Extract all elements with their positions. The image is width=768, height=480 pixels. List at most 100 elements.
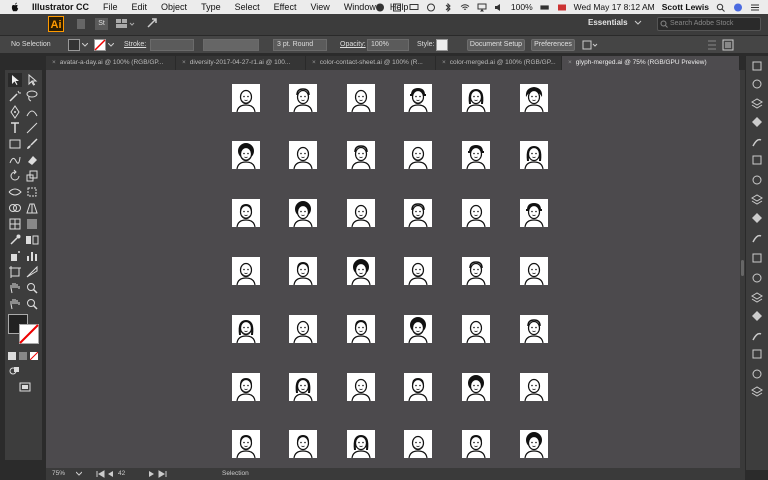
line-segment-tool[interactable]: [25, 121, 39, 135]
person-glyph-icon[interactable]: [520, 257, 548, 285]
chevron-down-icon[interactable]: [108, 43, 114, 47]
siri-icon[interactable]: [733, 3, 743, 12]
flag-icon[interactable]: [557, 3, 567, 12]
person-glyph-icon[interactable]: [289, 84, 317, 112]
brush-definition[interactable]: 3 pt. Round: [273, 39, 327, 51]
person-glyph-icon[interactable]: [232, 257, 260, 285]
hand-tool[interactable]: [8, 281, 22, 295]
chevron-down-icon[interactable]: [634, 20, 642, 26]
paintbrush-tool[interactable]: [25, 137, 39, 151]
bluetooth-icon[interactable]: [443, 2, 453, 12]
artboard-canvas[interactable]: [46, 70, 740, 468]
align-icon[interactable]: [751, 212, 763, 224]
gradient-tool[interactable]: [25, 217, 39, 231]
person-glyph-icon[interactable]: [347, 430, 375, 458]
symbol-sprayer-tool[interactable]: [8, 249, 22, 263]
scrollbar-thumb[interactable]: [741, 260, 744, 276]
links-icon[interactable]: [751, 368, 763, 380]
person-glyph-icon[interactable]: [462, 141, 490, 169]
last-artboard-icon[interactable]: [158, 470, 167, 478]
previous-artboard-icon[interactable]: [107, 470, 114, 478]
menu-edit[interactable]: Edit: [132, 2, 148, 12]
menu-effect[interactable]: Effect: [274, 2, 297, 12]
gradient-mode-button[interactable]: [19, 352, 27, 360]
tab-diversity[interactable]: × diversity-2017-04-27-r1.ai @ 100...: [176, 56, 306, 70]
arrange-icon[interactable]: [582, 40, 598, 50]
time-machine-icon[interactable]: [426, 3, 436, 12]
selection-tool[interactable]: [8, 73, 22, 87]
image-trace-icon[interactable]: [751, 386, 763, 398]
graphic-style-swatch[interactable]: [436, 39, 448, 51]
person-glyph-icon[interactable]: [289, 373, 317, 401]
magic-wand-tool[interactable]: [8, 89, 22, 103]
person-glyph-icon[interactable]: [289, 199, 317, 227]
mesh-tool[interactable]: [8, 217, 22, 231]
pen-tool[interactable]: [8, 105, 22, 119]
type-tool[interactable]: [8, 121, 22, 135]
next-artboard-icon[interactable]: [148, 470, 155, 478]
person-glyph-icon[interactable]: [404, 199, 432, 227]
battery-percent[interactable]: 100%: [511, 2, 533, 12]
volume-icon[interactable]: [494, 3, 504, 12]
gpu-performance-icon[interactable]: [146, 17, 158, 29]
clock[interactable]: Wed May 17 8:12 AM: [574, 2, 655, 12]
menu-window[interactable]: Window: [344, 2, 376, 12]
app-menu[interactable]: Illustrator CC: [32, 2, 89, 12]
graphic-styles-icon[interactable]: [751, 174, 763, 186]
person-glyph-icon[interactable]: [347, 84, 375, 112]
scale-tool[interactable]: [25, 169, 39, 183]
person-glyph-icon[interactable]: [520, 141, 548, 169]
properties-icon[interactable]: [751, 78, 763, 90]
person-glyph-icon[interactable]: [232, 430, 260, 458]
artboard-tool[interactable]: [8, 265, 22, 279]
hand-tool-secondary[interactable]: [8, 297, 22, 311]
panel-menu-icon[interactable]: [722, 39, 738, 51]
artboard-number[interactable]: 42: [118, 470, 125, 477]
document-setup-button[interactable]: Document Setup: [467, 39, 525, 51]
user-name[interactable]: Scott Lewis: [662, 2, 709, 12]
close-icon[interactable]: ×: [182, 59, 186, 66]
transparency-icon[interactable]: [751, 330, 763, 342]
screen-icon[interactable]: [409, 3, 419, 12]
person-glyph-icon[interactable]: [462, 199, 490, 227]
menu-type[interactable]: Type: [201, 2, 221, 12]
person-glyph-icon[interactable]: [404, 430, 432, 458]
close-icon[interactable]: ×: [312, 59, 316, 66]
workspace-switcher[interactable]: Essentials: [588, 18, 628, 27]
tab-color-merged[interactable]: × color-merged.ai @ 100% (RGB/GP...: [436, 56, 562, 70]
zoom-tool-secondary[interactable]: [25, 297, 39, 311]
person-glyph-icon[interactable]: [520, 199, 548, 227]
person-glyph-icon[interactable]: [232, 141, 260, 169]
eyedropper-tool[interactable]: [8, 233, 22, 247]
menu-select[interactable]: Select: [235, 2, 260, 12]
person-glyph-icon[interactable]: [347, 141, 375, 169]
perspective-grid-tool[interactable]: [25, 201, 39, 215]
person-glyph-icon[interactable]: [289, 257, 317, 285]
rotate-tool[interactable]: [8, 169, 22, 183]
stroke-label[interactable]: Stroke:: [124, 41, 146, 48]
align-icon[interactable]: [707, 39, 717, 51]
width-tool[interactable]: [8, 185, 22, 199]
adobe-stock-search-input[interactable]: Search Adobe Stock: [657, 17, 761, 31]
person-glyph-icon[interactable]: [404, 315, 432, 343]
person-glyph-icon[interactable]: [289, 141, 317, 169]
document-icon[interactable]: [76, 18, 86, 30]
none-mode-button[interactable]: [30, 352, 38, 360]
person-glyph-icon[interactable]: [404, 141, 432, 169]
swatches-icon[interactable]: [751, 154, 763, 166]
transform-icon[interactable]: [751, 194, 763, 206]
person-glyph-icon[interactable]: [289, 315, 317, 343]
person-glyph-icon[interactable]: [232, 199, 260, 227]
creative-cloud-icon[interactable]: [375, 3, 385, 12]
arrange-documents-icon[interactable]: [115, 18, 135, 30]
person-glyph-icon[interactable]: [232, 84, 260, 112]
person-glyph-icon[interactable]: [520, 373, 548, 401]
preferences-button[interactable]: Preferences: [531, 39, 575, 51]
zoom-level[interactable]: 75%: [52, 470, 65, 477]
tab-color-contact-sheet[interactable]: × color-contact-sheet.ai @ 100% (R...: [306, 56, 436, 70]
person-glyph-icon[interactable]: [232, 373, 260, 401]
person-glyph-icon[interactable]: [462, 430, 490, 458]
current-tool-status[interactable]: Selection: [222, 470, 249, 477]
person-glyph-icon[interactable]: [347, 257, 375, 285]
airplay-icon[interactable]: [477, 3, 487, 12]
